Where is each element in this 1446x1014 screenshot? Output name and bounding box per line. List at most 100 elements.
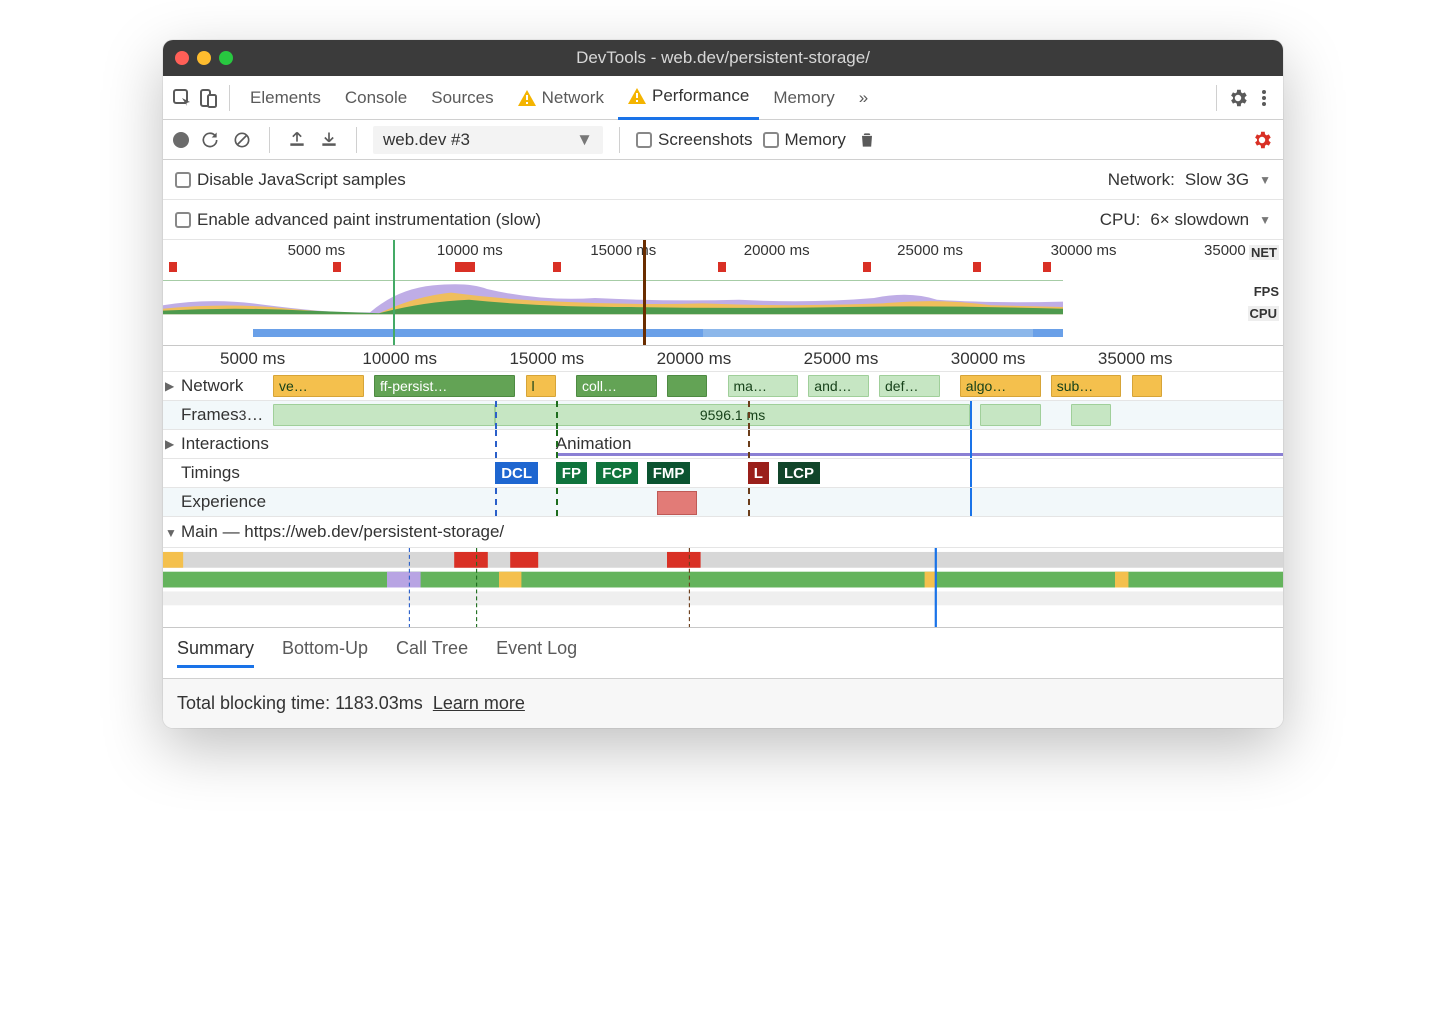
load-profile-icon[interactable]	[286, 130, 308, 150]
details-tab-call-tree[interactable]: Call Tree	[396, 638, 468, 668]
long-task-marker	[973, 262, 981, 272]
reload-icon[interactable]	[199, 130, 221, 150]
tab-sources[interactable]: Sources	[421, 76, 503, 120]
network-request-block[interactable]: ff-persist…	[374, 375, 515, 397]
main-thread-header[interactable]: ▼ Main — https://web.dev/persistent-stor…	[163, 517, 1283, 548]
long-task-marker	[718, 262, 726, 272]
tab-performance[interactable]: Performance	[618, 76, 759, 120]
option-row-js-samples: Disable JavaScript samples Network: Slow…	[163, 160, 1283, 200]
timings-track[interactable]: Timings DCLFPFCPFMPLLCP	[163, 459, 1283, 488]
enable-paint-checkbox[interactable]: Enable advanced paint instrumentation (s…	[175, 210, 541, 230]
long-task-marker	[333, 262, 341, 272]
ruler-tick: 15000 ms	[590, 242, 656, 259]
timing-l[interactable]: L	[748, 462, 769, 484]
window-title: DevTools - web.dev/persistent-storage/	[163, 48, 1283, 68]
tab-memory[interactable]: Memory	[763, 76, 844, 120]
network-request-block[interactable]: coll…	[576, 375, 657, 397]
cpu-throttle-value[interactable]: 6× slowdown	[1150, 210, 1249, 230]
ruler-tick: 5000 ms	[220, 349, 285, 369]
separator	[356, 127, 357, 153]
summary-footer: Total blocking time: 1183.03ms Learn mor…	[163, 679, 1283, 728]
kebab-menu-icon[interactable]	[1253, 88, 1275, 108]
details-tabstrip: Summary Bottom-Up Call Tree Event Log	[163, 628, 1283, 679]
tracks-ruler[interactable]: 5000 ms10000 ms15000 ms20000 ms25000 ms3…	[163, 346, 1283, 372]
window-controls	[175, 51, 233, 65]
option-row-paint: Enable advanced paint instrumentation (s…	[163, 200, 1283, 240]
save-profile-icon[interactable]	[318, 130, 340, 150]
network-request-block[interactable]: def…	[879, 375, 940, 397]
details-tab-bottom-up[interactable]: Bottom-Up	[282, 638, 368, 668]
tab-network[interactable]: Network	[508, 76, 614, 120]
network-request-block[interactable]: ma…	[728, 375, 799, 397]
flame-chart[interactable]	[163, 548, 1283, 628]
minimize-icon[interactable]	[197, 51, 211, 65]
tab-elements[interactable]: Elements	[240, 76, 331, 120]
layout-shift-block[interactable]	[657, 491, 697, 515]
timeline-overview[interactable]: 5000 ms10000 ms15000 ms20000 ms25000 ms3…	[163, 240, 1283, 346]
network-throttle-value[interactable]: Slow 3G	[1185, 170, 1249, 190]
overflow-tabs-button[interactable]: »	[849, 76, 878, 120]
profile-select[interactable]: web.dev #3 ▼	[373, 126, 603, 154]
separator	[619, 127, 620, 153]
timing-lcp[interactable]: LCP	[778, 462, 820, 484]
ruler-tick: 5000 ms	[288, 242, 346, 259]
main-tabstrip: ElementsConsoleSourcesNetworkPerformance…	[163, 76, 1283, 120]
close-icon[interactable]	[175, 51, 189, 65]
network-request-block[interactable]	[667, 375, 707, 397]
titlebar[interactable]: DevTools - web.dev/persistent-storage/	[163, 40, 1283, 76]
separator	[1216, 85, 1217, 111]
trash-icon[interactable]	[856, 130, 878, 150]
clear-icon[interactable]	[231, 130, 253, 150]
settings-icon[interactable]	[1227, 87, 1249, 109]
expand-arrow-icon[interactable]: ▶	[165, 437, 174, 451]
long-task-marker	[553, 262, 561, 272]
screenshots-checkbox[interactable]: Screenshots	[636, 130, 753, 150]
memory-checkbox[interactable]: Memory	[763, 130, 846, 150]
dcl-marker	[495, 401, 497, 429]
timing-fmp[interactable]: FMP	[647, 462, 691, 484]
lcp-marker	[748, 401, 750, 429]
record-button[interactable]	[173, 132, 189, 148]
chevron-down-icon[interactable]: ▼	[1259, 213, 1271, 227]
ruler-tick: 30000 ms	[951, 349, 1026, 369]
selection-handle-right[interactable]	[643, 240, 646, 345]
inspect-icon[interactable]	[171, 88, 193, 108]
long-task-marker	[169, 262, 177, 272]
ruler-tick: 25000 ms	[897, 242, 963, 259]
cpu-chart	[163, 280, 1063, 316]
zoom-icon[interactable]	[219, 51, 233, 65]
selection-handle-left[interactable]	[393, 240, 395, 345]
tab-console[interactable]: Console	[335, 76, 417, 120]
timing-fcp[interactable]: FCP	[596, 462, 638, 484]
capture-settings-icon[interactable]	[1251, 129, 1273, 151]
expand-arrow-icon[interactable]: ▶	[165, 379, 174, 393]
details-tab-event-log[interactable]: Event Log	[496, 638, 577, 668]
experience-track[interactable]: Experience	[163, 488, 1283, 517]
ruler-tick: 10000 ms	[437, 242, 503, 259]
device-toggle-icon[interactable]	[197, 88, 219, 108]
network-track[interactable]: ▶Network ve…ff-persist…lcoll…ma…and…def……	[163, 372, 1283, 401]
network-request-block[interactable]: ve…	[273, 375, 364, 397]
interactions-track[interactable]: ▶Interactions Animation	[163, 430, 1283, 459]
frames-track[interactable]: Frames399.8 ms 9596.1 ms	[163, 401, 1283, 430]
chevron-down-icon: ▼	[576, 130, 593, 150]
network-request-block[interactable]	[1132, 375, 1162, 397]
network-request-block[interactable]: and…	[808, 375, 869, 397]
cpu-throttle-label: CPU:	[1100, 210, 1141, 230]
network-throttle-label: Network:	[1108, 170, 1175, 190]
collapse-arrow-icon[interactable]: ▼	[165, 526, 177, 540]
network-request-block[interactable]: sub…	[1051, 375, 1122, 397]
ruler-tick: 20000 ms	[744, 242, 810, 259]
network-request-block[interactable]: l	[526, 375, 556, 397]
long-task-marker	[863, 262, 871, 272]
timing-dcl[interactable]: DCL	[495, 462, 538, 484]
learn-more-link[interactable]: Learn more	[433, 693, 525, 713]
timing-fp[interactable]: FP	[556, 462, 587, 484]
ruler-tick: 25000 ms	[804, 349, 879, 369]
disable-js-checkbox[interactable]: Disable JavaScript samples	[175, 170, 406, 190]
ruler-tick: 10000 ms	[362, 349, 437, 369]
chevron-down-icon[interactable]: ▼	[1259, 173, 1271, 187]
network-request-block[interactable]: algo…	[960, 375, 1041, 397]
playhead-marker[interactable]	[970, 401, 972, 429]
details-tab-summary[interactable]: Summary	[177, 638, 254, 668]
